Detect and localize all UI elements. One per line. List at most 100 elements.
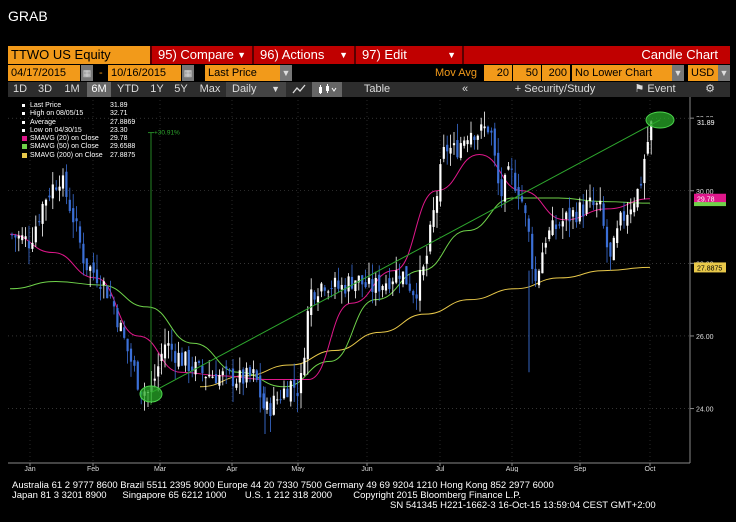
- add-icon: +: [514, 83, 522, 95]
- candle-body: [626, 214, 629, 226]
- edit-button[interactable]: 97) Edit ▼: [356, 46, 462, 64]
- chevron-down-icon[interactable]: ▼: [718, 65, 730, 81]
- candle-body: [388, 278, 391, 290]
- legend-value: 32.71: [110, 110, 128, 118]
- legend-label: Average: [30, 118, 56, 126]
- period-5y[interactable]: 5Y: [170, 82, 192, 97]
- candle-body: [313, 292, 316, 300]
- period-ytd[interactable]: YTD: [113, 82, 143, 97]
- candle-body: [554, 224, 558, 230]
- ticker-field[interactable]: TTWO US Equity: [8, 46, 150, 64]
- period-1m[interactable]: 1M: [60, 82, 84, 97]
- mov-avg-3-field[interactable]: 200: [542, 65, 570, 81]
- candle-body: [354, 280, 357, 292]
- legend-swatch: [22, 120, 25, 124]
- candle-body: [133, 360, 136, 366]
- mov-avg-label: Mov Avg: [432, 65, 482, 81]
- candle-body: [469, 132, 473, 145]
- legend-value: 23.30: [110, 126, 128, 134]
- x-tick-label: Apr: [227, 466, 239, 472]
- candle-body: [507, 166, 510, 170]
- candle-body: [167, 343, 170, 346]
- candle-body: [27, 241, 31, 249]
- gear-icon[interactable]: ⚙: [700, 82, 720, 97]
- candle-body: [170, 343, 173, 350]
- x-tick-label: Aug: [506, 466, 519, 472]
- mov-avg-1-field[interactable]: 20: [484, 65, 512, 81]
- x-tick-label: Feb: [87, 466, 99, 472]
- period-1d[interactable]: 1D: [10, 82, 30, 97]
- x-tick-label: Jul: [436, 466, 445, 472]
- candle-body: [38, 221, 41, 223]
- low-point-highlight: [139, 385, 163, 403]
- candle-body: [211, 376, 214, 378]
- candle-body: [61, 175, 65, 189]
- candle-body: [483, 126, 486, 129]
- price-field-select[interactable]: Last Price: [205, 65, 280, 81]
- candle-body: [153, 378, 156, 381]
- start-date-field[interactable]: 04/17/2015: [8, 65, 80, 81]
- candle-body: [259, 375, 262, 398]
- candle-body: [293, 379, 296, 388]
- candle-body: [401, 271, 405, 285]
- chevron-down-icon[interactable]: ▼: [280, 65, 292, 81]
- line-chart-icon[interactable]: [288, 82, 310, 97]
- candle-body: [531, 233, 534, 270]
- candle-chart-icon[interactable]: [312, 82, 342, 97]
- candle-body: [384, 283, 388, 291]
- currency-select[interactable]: USD: [688, 65, 718, 81]
- candle-body: [177, 352, 180, 367]
- lower-chart-select[interactable]: No Lower Chart: [572, 65, 672, 81]
- security-study-button[interactable]: + Security/Study: [500, 82, 610, 97]
- end-date-field[interactable]: 10/16/2015: [108, 65, 181, 81]
- sma50-tag: [694, 202, 726, 207]
- candle-body: [629, 209, 632, 215]
- actions-button[interactable]: 96) Actions ▼: [254, 46, 354, 64]
- period-1y[interactable]: 1Y: [146, 82, 168, 97]
- candle-body: [92, 262, 95, 273]
- calendar-icon[interactable]: ▦: [182, 65, 194, 81]
- candle-body: [323, 287, 326, 291]
- date-separator: -: [96, 65, 106, 81]
- mov-avg-2-field[interactable]: 50: [513, 65, 541, 81]
- legend-label: SMAVG (50) on Close: [30, 143, 99, 151]
- candle-body: [439, 164, 442, 202]
- candle-body: [415, 294, 418, 299]
- compare-button[interactable]: 95) Compare ▼: [152, 46, 252, 64]
- window-label: GRAB: [8, 8, 48, 24]
- chevron-down-icon[interactable]: ▼: [672, 65, 684, 81]
- frequency-select[interactable]: Daily ▼: [226, 82, 286, 97]
- candle-body: [276, 399, 279, 401]
- candle-body: [568, 207, 571, 222]
- table-button[interactable]: Table: [356, 82, 398, 97]
- candle-body: [119, 322, 122, 332]
- candle-body: [228, 369, 231, 372]
- legend-value: 27.8875: [110, 151, 136, 159]
- calendar-icon[interactable]: ▦: [81, 65, 93, 81]
- candle-body: [269, 403, 272, 417]
- candle-body: [527, 218, 530, 232]
- period-3d[interactable]: 3D: [34, 82, 56, 97]
- last-price-tag-text: 31.89: [697, 120, 715, 127]
- candle-body: [242, 369, 245, 384]
- period-max[interactable]: Max: [196, 82, 224, 97]
- event-button[interactable]: ⚑ Event: [622, 82, 688, 97]
- chevron-down-icon: ▼: [237, 50, 246, 60]
- candle-body: [238, 370, 241, 383]
- nav-left-button[interactable]: «: [450, 82, 480, 97]
- candle-body: [112, 301, 116, 307]
- candle-body: [157, 366, 160, 377]
- candle-body: [575, 211, 578, 223]
- candle-body: [235, 383, 238, 388]
- percent-change-label: +30.91%: [154, 130, 180, 137]
- candle-body: [561, 221, 564, 227]
- candle-body: [245, 367, 248, 383]
- period-6m[interactable]: 6M: [87, 82, 111, 97]
- last-price-tag: 31.89: [694, 117, 726, 128]
- y-tick-label: 26.00: [696, 334, 714, 341]
- chart-type-label[interactable]: Candle Chart: [464, 46, 730, 64]
- candle-body: [442, 147, 445, 159]
- candle-body: [643, 158, 646, 184]
- candle-body: [378, 274, 381, 292]
- candle-body: [381, 286, 384, 291]
